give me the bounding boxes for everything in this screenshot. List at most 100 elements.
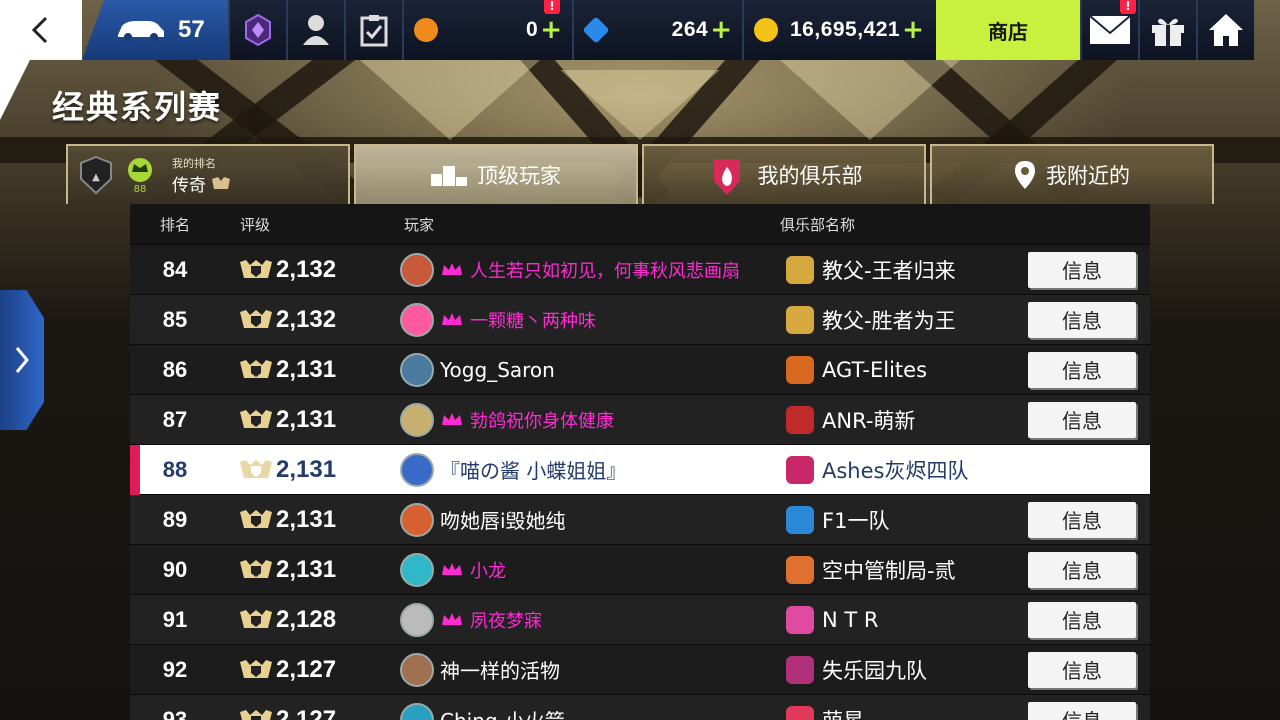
my-rank-text: 我的排名 传奇: [172, 155, 232, 196]
info-button[interactable]: 信息: [1028, 351, 1136, 388]
table-body: 84 2,132 人生若只如初见，何事秋风悲画扇 教父-王者归来 信息 85 2…: [130, 244, 1150, 720]
player-name: 『喵の酱 小蝶姐姐』: [440, 459, 627, 483]
info-button[interactable]: 信息: [1028, 501, 1136, 538]
mail-alert-badge: !: [1120, 0, 1136, 14]
car-count[interactable]: 57: [82, 0, 228, 60]
club-cell[interactable]: AGT-Elites: [780, 355, 1010, 384]
rank-cell: 90: [162, 556, 188, 582]
info-button[interactable]: 信息: [1028, 401, 1136, 438]
player-cell[interactable]: Yogg_Saron: [400, 352, 780, 387]
player-name: 夙夜梦寐: [470, 610, 542, 632]
club-cell[interactable]: N T R: [780, 605, 1010, 634]
my-rank-panel: ▲ 88 我的排名 传奇: [66, 144, 350, 204]
player-cell[interactable]: 夙夜梦寐: [400, 602, 780, 637]
club-emblem-icon: [786, 255, 814, 284]
gift-button[interactable]: [1138, 0, 1196, 60]
league-badge-button[interactable]: [228, 0, 286, 60]
trophy-shield-icon: [240, 659, 272, 678]
header-rating: 评级: [240, 215, 271, 234]
tab-top-players-label: 顶级玩家: [477, 164, 561, 188]
player-cell[interactable]: 神一样的活物: [400, 652, 780, 687]
player-cell[interactable]: Ching-小火箭: [400, 702, 780, 720]
club-cell[interactable]: 萌星: [780, 705, 1010, 720]
player-cell[interactable]: 小龙: [400, 552, 780, 587]
player-name: Yogg_Saron: [440, 357, 555, 382]
credits-value: 16,695,421: [790, 18, 901, 41]
vip-crown-icon: [442, 612, 462, 625]
rating-cell: 2,132: [220, 256, 400, 284]
player-cell[interactable]: 人生若只如初见，何事秋风悲画扇: [400, 252, 780, 287]
info-button[interactable]: 信息: [1028, 551, 1136, 588]
rating-cell: 2,131: [220, 456, 400, 484]
info-button[interactable]: 信息: [1028, 701, 1136, 720]
header-club: 俱乐部名称: [780, 215, 856, 234]
credits-resource[interactable]: 16,695,421 +: [742, 0, 936, 60]
vip-crown-icon: [442, 562, 462, 575]
club-cell[interactable]: Ashes灰烬四队: [780, 455, 1010, 485]
rating-value: 2,127: [276, 655, 337, 683]
player-avatar: [400, 702, 434, 720]
club-cell[interactable]: 空中管制局-贰: [780, 555, 1010, 585]
info-button[interactable]: 信息: [1028, 251, 1136, 288]
tasks-button[interactable]: [344, 0, 402, 60]
add-blueprint-button[interactable]: +: [710, 17, 732, 43]
table-row[interactable]: 87 2,131 勃鸽祝你身体健康 ANR-萌新 信息: [130, 394, 1150, 444]
home-button[interactable]: [1196, 0, 1254, 60]
blueprint-resource[interactable]: 264 +: [572, 0, 742, 60]
club-cell[interactable]: 教父-王者归来: [780, 255, 1010, 285]
table-row-current-player[interactable]: 88 2,131 『喵の酱 小蝶姐姐』 Ashes灰烬四队: [130, 444, 1150, 495]
back-button[interactable]: [0, 0, 82, 60]
tab-my-club[interactable]: 我的俱乐部: [642, 144, 926, 204]
table-row[interactable]: 84 2,132 人生若只如初见，何事秋风悲画扇 教父-王者归来 信息: [130, 244, 1150, 294]
player-avatar: [400, 652, 434, 687]
table-header: 排名 评级 玩家 俱乐部名称: [130, 204, 1150, 244]
club-name: 教父-王者归来: [822, 258, 956, 283]
tab-my-club-label: 我的俱乐部: [757, 164, 863, 188]
shop-button[interactable]: 商店: [936, 0, 1080, 60]
player-name: 小龙: [470, 560, 506, 582]
player-avatar: [400, 552, 434, 587]
mail-button[interactable]: !: [1080, 0, 1138, 60]
club-cell[interactable]: 教父-胜者为王: [780, 305, 1010, 335]
header-player: 玩家: [404, 215, 435, 234]
car-count-value: 57: [178, 16, 205, 43]
rating-value: 2,132: [276, 305, 337, 333]
chevron-right-icon: [15, 347, 29, 373]
info-button[interactable]: 信息: [1028, 601, 1136, 638]
player-cell[interactable]: 一颗糖丶两种味: [400, 302, 780, 337]
rank-cell: 85: [162, 306, 188, 332]
club-emblem-icon: [786, 605, 814, 634]
chevron-left-icon: [31, 16, 48, 44]
club-emblem-icon: [786, 305, 814, 334]
tab-near-me[interactable]: 我附近的: [930, 144, 1214, 204]
table-row[interactable]: 86 2,131 Yogg_Saron AGT-Elites 信息: [130, 344, 1150, 394]
profile-button[interactable]: [286, 0, 344, 60]
club-cell[interactable]: ANR-萌新: [780, 405, 1010, 435]
player-cell[interactable]: 吻她唇i毁她纯: [400, 502, 780, 537]
vip-crown-icon: [442, 412, 462, 425]
club-cell[interactable]: 失乐园九队: [780, 655, 1010, 685]
table-row[interactable]: 85 2,132 一颗糖丶两种味 教父-胜者为王 信息: [130, 294, 1150, 344]
player-avatar: [400, 602, 434, 637]
club-cell[interactable]: F1一队: [780, 505, 1010, 535]
player-cell[interactable]: 勃鸽祝你身体健康: [400, 402, 780, 437]
tab-top-players[interactable]: 顶级玩家: [354, 144, 638, 204]
location-pin-icon: [1015, 161, 1035, 189]
table-row[interactable]: 90 2,131 小龙 空中管制局-贰 信息: [130, 544, 1150, 594]
side-panel-toggle[interactable]: [0, 290, 44, 430]
token-resource[interactable]: 0 + !: [402, 0, 572, 60]
trophy-shield-icon: [240, 559, 272, 578]
info-button[interactable]: 信息: [1028, 651, 1136, 688]
level-number: 88: [133, 183, 147, 195]
add-credits-button[interactable]: +: [902, 17, 924, 43]
rating-value: 2,131: [276, 555, 337, 583]
info-button[interactable]: 信息: [1028, 301, 1136, 338]
player-cell[interactable]: 『喵の酱 小蝶姐姐』: [400, 452, 780, 487]
table-row[interactable]: 91 2,128 夙夜梦寐 N T R 信息: [130, 594, 1150, 644]
add-token-button[interactable]: +: [540, 17, 562, 43]
player-avatar: [400, 452, 434, 487]
table-row[interactable]: 93 2,127 Ching-小火箭 萌星 信息: [130, 694, 1150, 720]
table-row[interactable]: 92 2,127 神一样的活物 失乐园九队 信息: [130, 644, 1150, 694]
rank-cell: 92: [162, 656, 188, 682]
table-row[interactable]: 89 2,131 吻她唇i毁她纯 F1一队 信息: [130, 494, 1150, 544]
